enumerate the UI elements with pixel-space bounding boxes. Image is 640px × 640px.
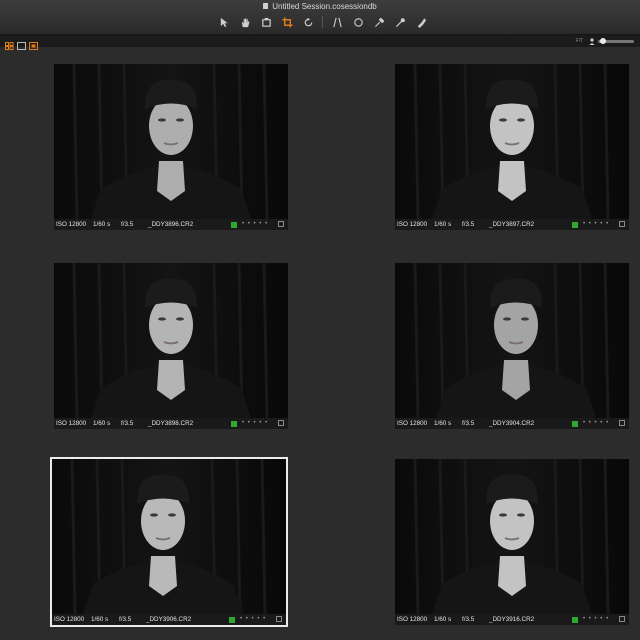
thumbnail-meta: ISO 12800 1/60 s f/3.5 _DDY3916.CR2 • • … xyxy=(395,614,629,625)
circle-icon[interactable] xyxy=(351,15,365,29)
crop-icon[interactable] xyxy=(280,15,294,29)
shutter-value: 1/60 s xyxy=(434,221,452,228)
filename: _DDY3906.CR2 xyxy=(146,616,192,623)
star-rating[interactable]: • • • • • xyxy=(240,614,266,625)
aperture-value: f/3.5 xyxy=(462,221,475,228)
thumbnail-image[interactable] xyxy=(54,64,288,219)
thumbnail-meta: ISO 12800 1/60 s f/3.5 _DDY3898.CR2 • • … xyxy=(54,418,288,429)
aperture-value: f/3.5 xyxy=(121,221,134,228)
hand-icon[interactable] xyxy=(238,15,252,29)
thumbnail-image[interactable] xyxy=(395,263,629,418)
shutter-value: 1/60 s xyxy=(93,420,111,427)
aperture-value: f/3.5 xyxy=(119,616,132,623)
filename: _DDY3897.CR2 xyxy=(489,221,535,228)
color-tag[interactable] xyxy=(572,617,578,623)
brush-icon[interactable] xyxy=(393,15,407,29)
title-bar: Untitled Session.cosessiondb xyxy=(0,0,640,35)
pointer-icon[interactable] xyxy=(217,15,231,29)
filename: _DDY3898.CR2 xyxy=(148,420,194,427)
iso-value: ISO 12800 xyxy=(54,616,85,623)
star-rating[interactable]: • • • • • xyxy=(583,219,609,230)
iso-value: ISO 12800 xyxy=(56,221,87,228)
aperture-value: f/3.5 xyxy=(462,420,475,427)
keystone-icon[interactable] xyxy=(330,15,344,29)
list-view-icon[interactable] xyxy=(17,37,26,50)
variant-badge-icon[interactable] xyxy=(619,221,625,227)
shutter-value: 1/60 s xyxy=(434,420,452,427)
iso-value: ISO 12800 xyxy=(397,420,428,427)
color-tag[interactable] xyxy=(572,222,578,228)
shutter-value: 1/60 s xyxy=(91,616,109,623)
thumbnail-card[interactable]: ISO 12800 1/60 s f/3.5 _DDY3897.CR2 • • … xyxy=(395,64,629,230)
iso-value: ISO 12800 xyxy=(56,420,87,427)
thumbnail-image[interactable] xyxy=(395,459,629,614)
color-tag[interactable] xyxy=(572,421,578,427)
eraser-icon[interactable] xyxy=(414,15,428,29)
loupe-icon[interactable] xyxy=(259,15,273,29)
thumbnail-size-slider[interactable] xyxy=(598,37,634,44)
filename: _DDY3896.CR2 xyxy=(148,221,194,228)
thumbnail-meta: ISO 12800 1/60 s f/3.5 _DDY3906.CR2 • • … xyxy=(52,614,286,625)
picker-icon[interactable] xyxy=(372,15,386,29)
browser-toolbar xyxy=(0,35,640,47)
filename: _DDY3904.CR2 xyxy=(489,420,535,427)
thumbnail-image[interactable] xyxy=(54,263,288,418)
color-tag[interactable] xyxy=(231,222,237,228)
variant-badge-icon[interactable] xyxy=(278,420,284,426)
star-rating[interactable]: • • • • • xyxy=(583,614,609,625)
thumbnail-image[interactable] xyxy=(395,64,629,219)
thumbnail-image[interactable] xyxy=(52,459,286,614)
thumbnail-card[interactable]: ISO 12800 1/60 s f/3.5 _DDY3904.CR2 • • … xyxy=(395,263,629,429)
thumbnail-card[interactable]: ISO 12800 1/60 s f/3.5 _DDY3916.CR2 • • … xyxy=(395,459,629,625)
shutter-value: 1/60 s xyxy=(93,221,111,228)
thumbnail-card[interactable]: ISO 12800 1/60 s f/3.5 _DDY3898.CR2 • • … xyxy=(54,263,288,429)
variant-badge-icon[interactable] xyxy=(278,221,284,227)
thumbnail-meta: ISO 12800 1/60 s f/3.5 _DDY3897.CR2 • • … xyxy=(395,219,629,230)
aperture-value: f/3.5 xyxy=(462,616,475,623)
person-icon xyxy=(589,37,595,45)
window-title-text: Untitled Session.cosessiondb xyxy=(272,2,377,11)
color-tag[interactable] xyxy=(229,617,235,623)
color-tag[interactable] xyxy=(231,421,237,427)
iso-value: ISO 12800 xyxy=(397,221,428,228)
iso-value: ISO 12800 xyxy=(397,616,428,623)
grid-view-icon[interactable] xyxy=(5,37,14,50)
star-rating[interactable]: • • • • • xyxy=(583,418,609,429)
variant-badge-icon[interactable] xyxy=(619,420,625,426)
document-icon xyxy=(263,3,269,9)
thumbnail-meta: ISO 12800 1/60 s f/3.5 _DDY3904.CR2 • • … xyxy=(395,418,629,429)
cursor-toolbar xyxy=(217,15,435,29)
star-rating[interactable]: • • • • • xyxy=(242,219,268,230)
rotate-icon[interactable] xyxy=(301,15,315,29)
shutter-value: 1/60 s xyxy=(434,616,452,623)
thumbnail-size-control: FIT xyxy=(575,37,634,45)
variant-badge-icon[interactable] xyxy=(619,616,625,622)
thumbnail-card[interactable]: ISO 12800 1/60 s f/3.5 _DDY3906.CR2 • • … xyxy=(50,457,288,627)
thumbnail-meta: ISO 12800 1/60 s f/3.5 _DDY3896.CR2 • • … xyxy=(54,219,288,230)
filmstrip-view-icon[interactable] xyxy=(29,37,38,50)
filename: _DDY3916.CR2 xyxy=(489,616,535,623)
slider-knob[interactable] xyxy=(600,37,606,44)
variant-badge-icon[interactable] xyxy=(276,616,282,622)
fit-label: FIT xyxy=(575,38,584,44)
window-title: Untitled Session.cosessiondb xyxy=(0,2,640,11)
thumbnail-card[interactable]: ISO 12800 1/60 s f/3.5 _DDY3896.CR2 • • … xyxy=(54,64,288,230)
toolbar-separator xyxy=(322,16,323,28)
aperture-value: f/3.5 xyxy=(121,420,134,427)
star-rating[interactable]: • • • • • xyxy=(242,418,268,429)
